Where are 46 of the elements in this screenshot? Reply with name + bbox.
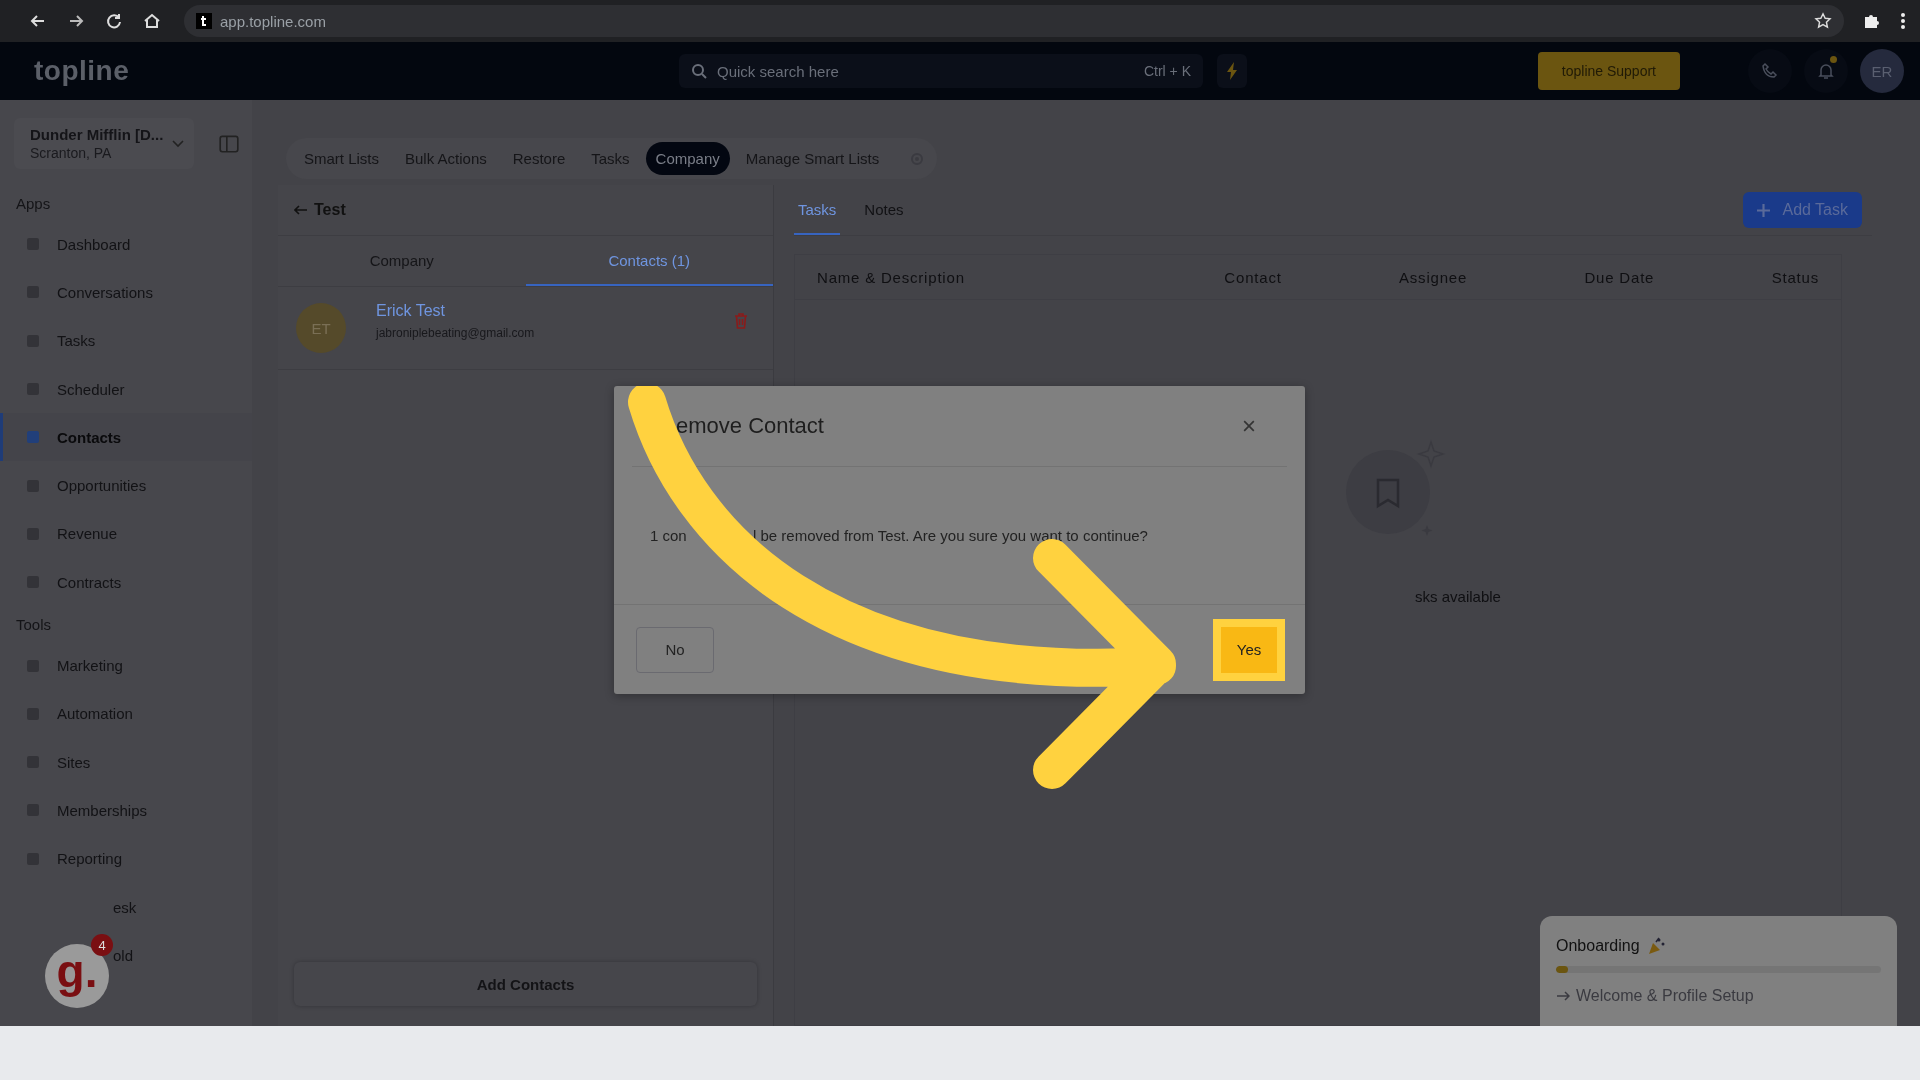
arrow-right-icon — [1556, 991, 1570, 1001]
dialog-message: 1 con — [650, 527, 688, 544]
support-button[interactable]: topline Support — [1537, 52, 1680, 90]
chevron-down-icon — [172, 139, 184, 148]
no-button[interactable]: No — [636, 626, 714, 673]
site-icon — [196, 13, 212, 29]
nav-item[interactable]: Revenue — [0, 509, 252, 559]
nav-item[interactable]: Automation — [0, 689, 252, 738]
arrow-left-icon — [294, 205, 308, 215]
nav-item[interactable]: Opportunities — [0, 461, 252, 510]
reload-icon[interactable] — [104, 11, 124, 31]
sidebar-toggle-icon[interactable] — [218, 132, 240, 155]
address-bar[interactable]: app.topline.com — [184, 5, 1844, 37]
nav-item[interactable]: esk — [110, 882, 252, 932]
nav-item[interactable]: Reporting — [0, 834, 252, 883]
home-icon[interactable] — [142, 11, 162, 31]
star-icon[interactable] — [1814, 12, 1832, 30]
nav-item[interactable]: Dashboard — [0, 220, 252, 269]
plus-icon — [1757, 203, 1771, 217]
more-icon[interactable] — [1900, 11, 1906, 31]
tab[interactable]: Tasks — [794, 185, 841, 235]
tab[interactable]: Contacts (1) — [525, 236, 773, 286]
search-field[interactable]: Quick search here Ctrl + K — [679, 54, 1203, 88]
nav-item[interactable]: Memberships — [0, 786, 252, 835]
lightning-icon — [1226, 62, 1238, 80]
onboarding-card[interactable]: Onboarding Welcome & Profile Setup — [1540, 916, 1897, 1026]
nav-item[interactable]: old — [110, 931, 252, 980]
nav-item[interactable]: Marketing — [0, 641, 252, 690]
search-icon — [691, 63, 707, 79]
onboarding-step[interactable]: Welcome & Profile Setup — [1556, 987, 1881, 1005]
square-icon — [25, 429, 41, 446]
dialog-title: emove Contact — [676, 413, 825, 439]
onboarding-title: Onboarding — [1556, 937, 1640, 955]
contact-name[interactable]: Erick Test — [376, 302, 703, 320]
nav-item[interactable]: Conversations — [0, 268, 252, 317]
tab[interactable]: Company — [645, 142, 730, 175]
back-link[interactable]: Test — [288, 200, 352, 220]
search-input[interactable]: Quick search here — [715, 61, 1136, 81]
logo[interactable]: topline — [34, 55, 679, 87]
shortcut-hint: Ctrl + K — [1143, 63, 1191, 79]
add-task-button[interactable]: Add Task — [1743, 192, 1862, 228]
phone-icon — [1760, 61, 1780, 81]
lightning-button[interactable] — [1217, 54, 1247, 88]
bell-icon — [1816, 61, 1836, 81]
yes-button[interactable]: Yes — [1221, 626, 1277, 673]
close-icon[interactable] — [1243, 420, 1255, 432]
